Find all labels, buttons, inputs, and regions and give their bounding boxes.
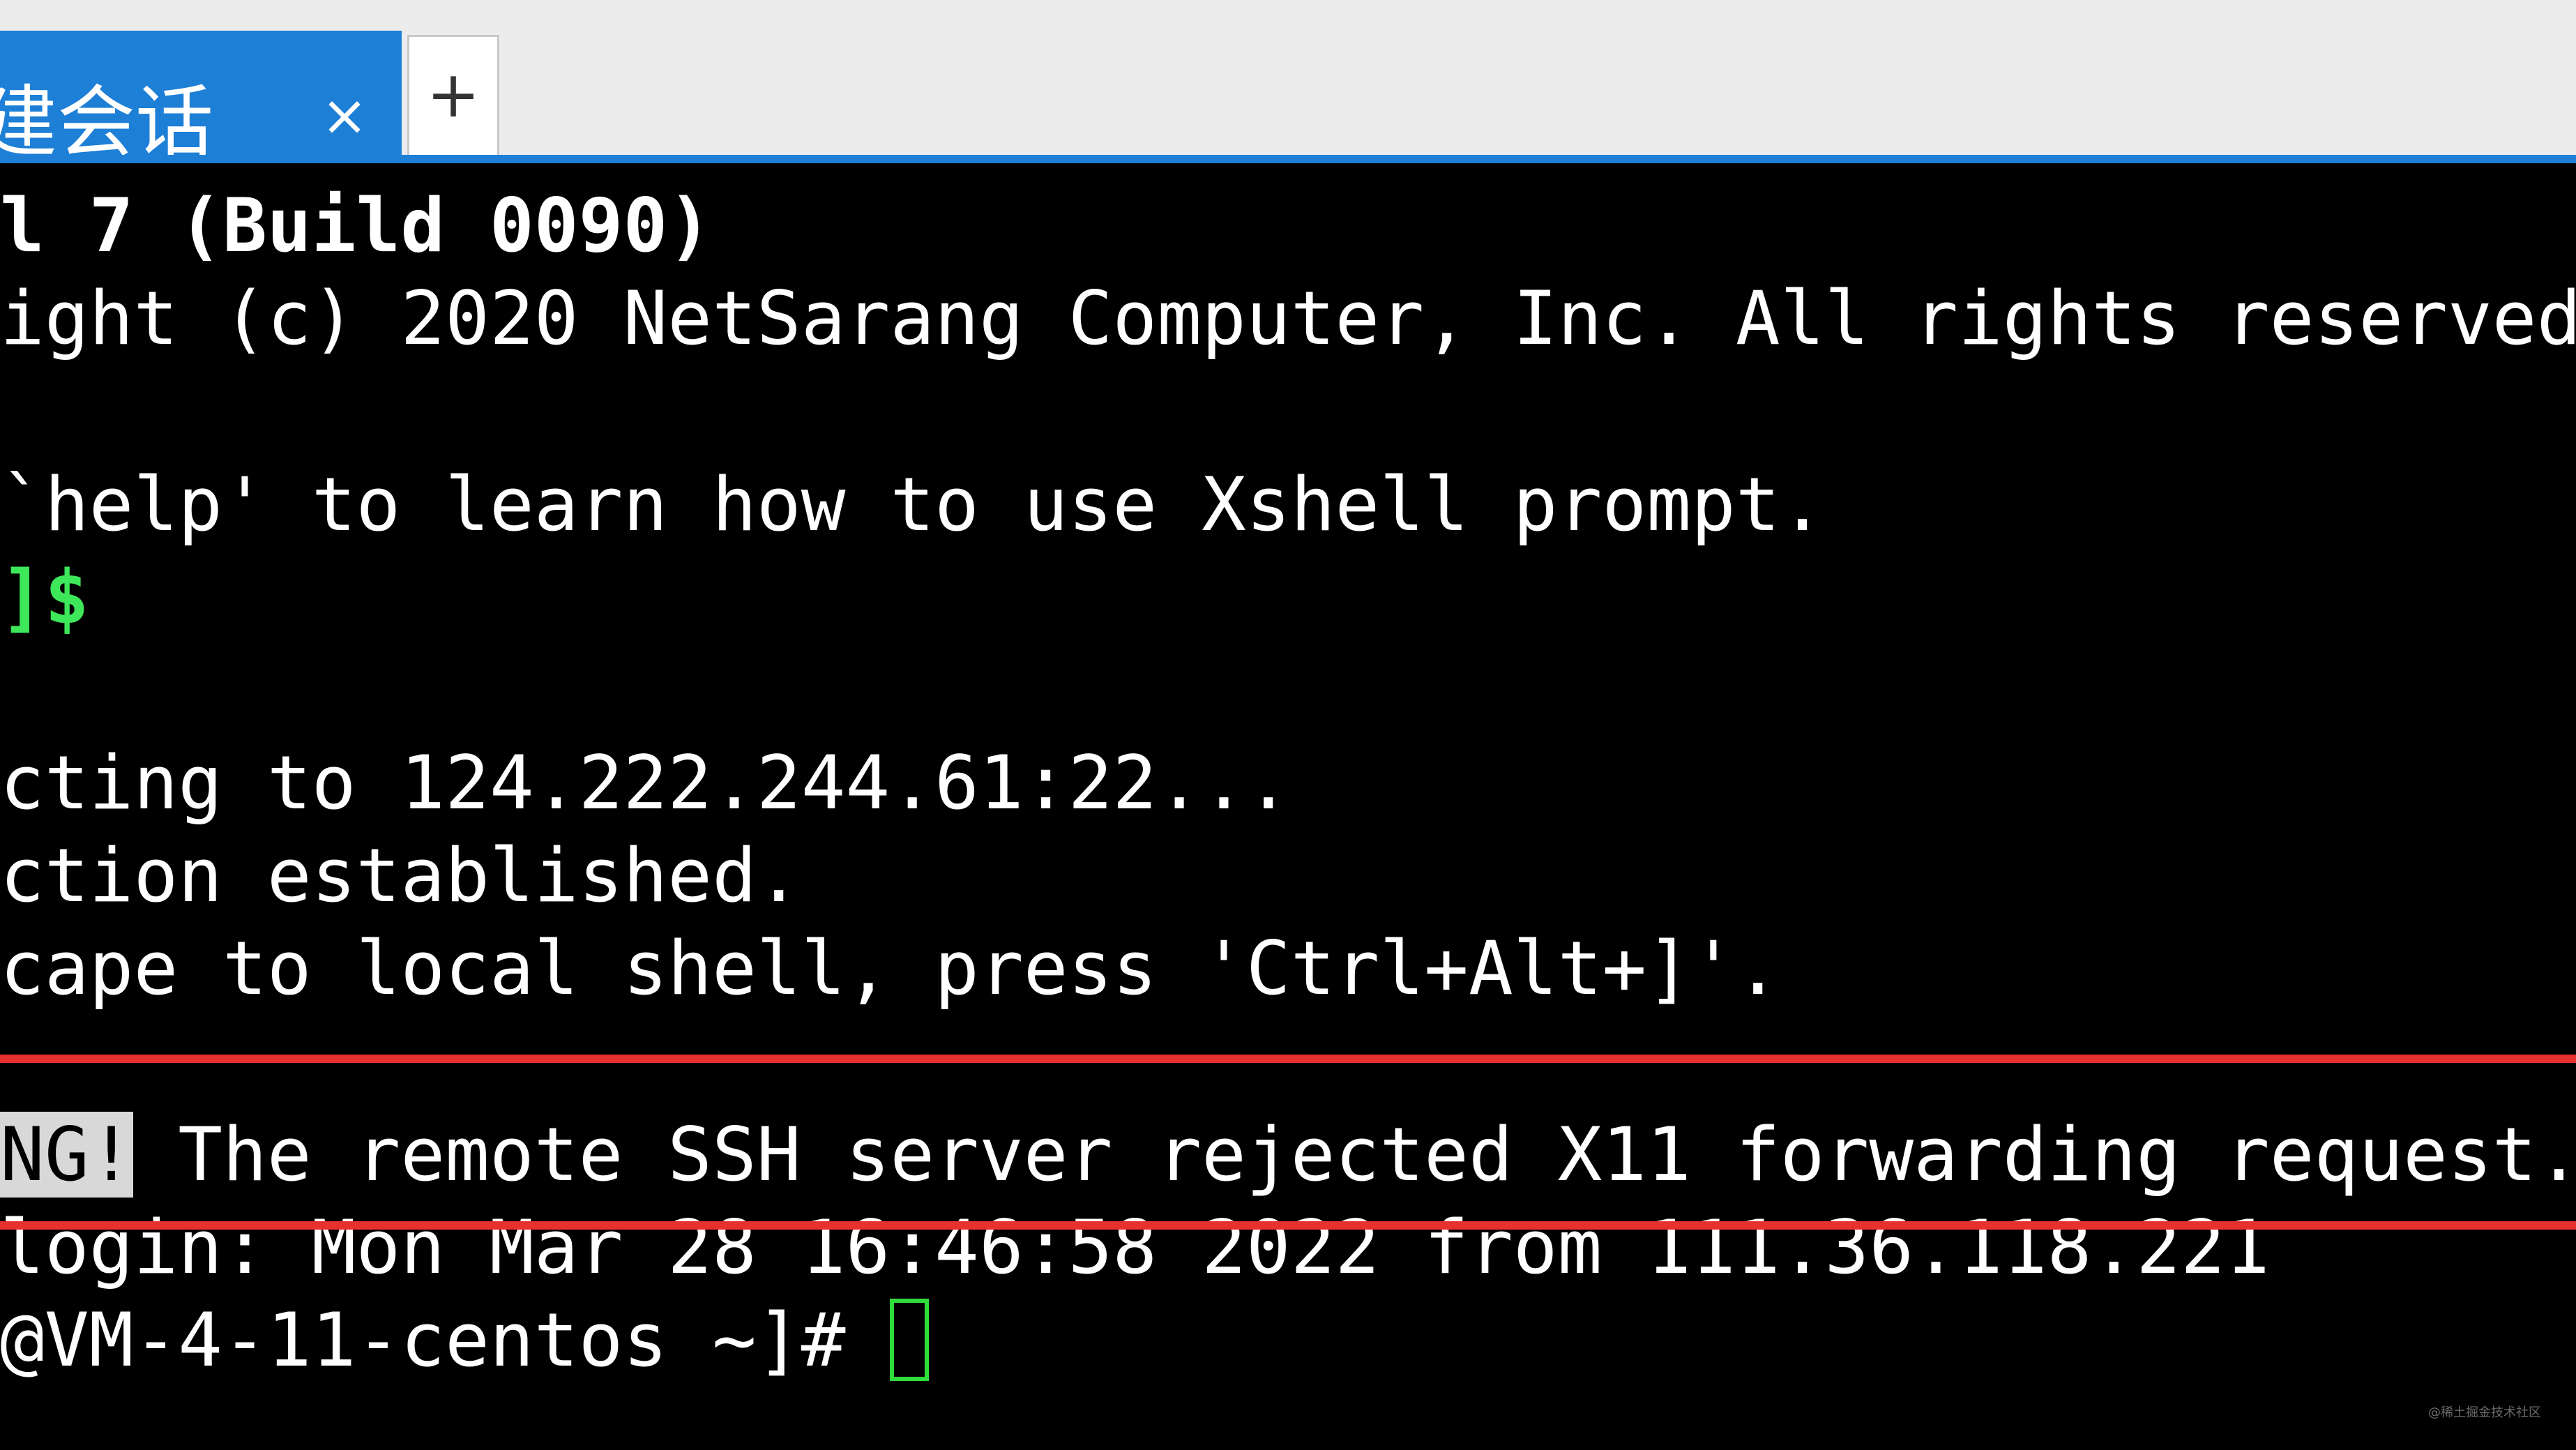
warning-badge: NG!	[0, 1112, 134, 1198]
warning-text: The remote SSH server rejected X11 forwa…	[133, 1112, 2576, 1198]
prompt-dollar: $	[44, 554, 89, 640]
cursor-block	[890, 1299, 930, 1381]
tab-bar-underline	[0, 155, 2576, 163]
terminal-line-warning: NG! The remote SSH server rejected X11 f…	[0, 1112, 2576, 1198]
watermark: @稀土掘金技术社区	[2428, 1405, 2541, 1420]
new-tab-button[interactable]: +	[407, 35, 499, 155]
terminal-line-shell-prompt: @VM-4-11-centos ~]#	[0, 1297, 930, 1383]
terminal-line-established: ction established.	[0, 833, 801, 919]
terminal-line-escape: cape to local shell, press 'Ctrl+Alt+]'.	[0, 926, 1780, 1011]
terminal-line-build: l 7 (Build 0090)	[0, 183, 713, 269]
terminal-line-copyright: ight (c) 2020 NetSarang Computer, Inc. A…	[0, 275, 2576, 361]
close-icon[interactable]: ×	[315, 86, 374, 145]
highlight-line-bottom	[0, 1221, 2576, 1230]
terminal-line-local-prompt: ]$	[0, 556, 89, 640]
highlight-line-top	[0, 1055, 2576, 1063]
terminal-line-last-login: login: Mon Mar 28 16:46:58 2022 from 111…	[0, 1204, 2270, 1290]
terminal-line-connecting: cting to 124.222.244.61:22...	[0, 740, 1291, 826]
terminal-output[interactable]: l 7 (Build 0090) ight (c) 2020 NetSarang…	[0, 163, 2576, 1450]
tab-new-session[interactable]: 建会话 ×	[0, 31, 402, 168]
shell-prompt: @VM-4-11-centos ~]#	[0, 1297, 891, 1383]
prompt-bracket: ]	[0, 554, 45, 640]
terminal-line-help: `help' to learn how to use Xshell prompt…	[0, 462, 1825, 547]
xshell-window: 建会话 × + l 7 (Build 0090) ight (c) 2020 N…	[0, 0, 2576, 1450]
